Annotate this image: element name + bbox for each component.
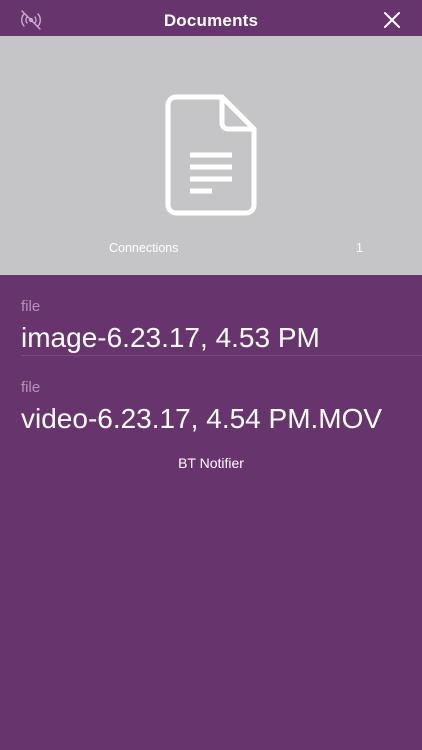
file-type-label: file [21,379,41,396]
file-list: file image-6.23.17, 4.53 PM file video-6… [0,275,422,437]
document-preview: Connections 1 [0,36,422,275]
file-item-video[interactable]: file video-6.23.17, 4.54 PM.MOV [0,356,422,437]
connections-count: 1 [356,241,363,255]
file-name: image-6.23.17, 4.53 PM [21,322,320,353]
file-name: video-6.23.17, 4.54 PM.MOV [21,403,383,434]
navigation-bar: Documents [0,0,422,36]
file-item-image[interactable]: file image-6.23.17, 4.53 PM [0,275,422,356]
connections-label: Connections [109,241,179,255]
file-type-label: file [21,298,41,315]
app-name-label: BT Notifier [178,455,244,471]
close-icon[interactable] [382,10,402,30]
document-icon [165,94,257,216]
page-title: Documents [163,11,259,30]
